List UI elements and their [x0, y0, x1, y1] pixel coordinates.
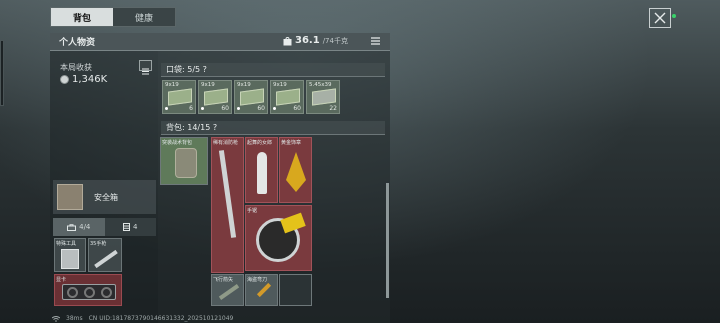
uid-text: CN UID:1817873790146631332_202510121049	[88, 315, 234, 322]
item-label: 特殊工具	[56, 241, 77, 247]
item-label: 稀有消防枪	[213, 140, 239, 146]
backpack-label: 背包: 14/15 ?	[166, 123, 218, 132]
rarity-dot	[165, 107, 168, 110]
item-label: 显卡	[56, 277, 67, 283]
backpack-item-dancer[interactable]: 起舞的女郎	[245, 137, 278, 203]
ammo-count: 60	[293, 105, 301, 112]
ammo-slot[interactable]: 9x19 6	[162, 80, 196, 114]
item-label: 起舞的女郎	[247, 140, 273, 146]
weight-value: 36.1	[295, 35, 320, 46]
emblem-image	[286, 152, 306, 192]
list-icon	[142, 68, 149, 75]
item-label: 突袭战术背包	[162, 140, 193, 146]
status-bar: 38ms CN UID:1817873790146631332_20251012…	[52, 315, 233, 322]
safe-box-slot[interactable]: 安全箱	[53, 180, 156, 214]
pistol-image	[94, 249, 118, 269]
panel-title: 个人物资	[59, 38, 96, 48]
item-label: 35手枪	[90, 241, 107, 247]
item-label: 黄金饰章	[281, 140, 302, 146]
ammo-box-image	[312, 88, 336, 106]
backpack-item-bag[interactable]: 突袭战术背包	[160, 137, 208, 185]
wifi-icon	[52, 315, 60, 322]
backpack-item-hand-saw[interactable]: 手锯	[245, 205, 312, 271]
weight-readout: 36.1 /74千克	[283, 35, 348, 46]
backpack-image	[175, 148, 197, 178]
ammo-count: 60	[221, 105, 229, 112]
item-label: 海盗弯刀	[247, 277, 268, 283]
pockets-label: 口袋: 5/5 ?	[166, 65, 207, 74]
cabinet-icon	[123, 223, 131, 231]
close-icon	[654, 12, 666, 24]
backpack-empty-slot[interactable]	[279, 274, 312, 306]
gpu-image	[62, 284, 116, 300]
backpack-header: 背包: 14/15 ?	[161, 121, 385, 135]
backpack-item-scimitar[interactable]: 海盗弯刀	[245, 274, 278, 306]
safe-box-label: 安全箱	[94, 192, 118, 202]
personal-supplies-header: 个人物资 36.1 /74千克	[50, 33, 390, 51]
ammo-count: 22	[329, 105, 337, 112]
ammo-slot[interactable]: 5.45x39 22	[306, 80, 340, 114]
item-label: 飞行箭矢	[213, 277, 234, 283]
inventory-scrollbar[interactable]	[386, 183, 389, 298]
rarity-dot	[201, 107, 204, 110]
close-button[interactable]	[649, 8, 671, 28]
sort-list-icon[interactable]	[371, 37, 380, 45]
rarity-dot	[237, 107, 240, 110]
weight-icon	[283, 36, 292, 45]
saw-body	[280, 212, 306, 234]
ping-value: 38ms	[66, 315, 83, 322]
safe-box-icon	[57, 184, 83, 210]
subtab-cabinet-count: 4	[133, 223, 138, 231]
top-tabs: 背包 健康	[50, 7, 176, 27]
coin-icon	[60, 75, 69, 84]
ammo-box-image	[240, 88, 264, 106]
arrow-image	[218, 284, 240, 300]
ammo-slot[interactable]: 9x19 60	[234, 80, 268, 114]
storage-item-tool[interactable]: 特殊工具	[54, 238, 86, 272]
storage-item-gpu[interactable]: 显卡	[54, 274, 122, 306]
tab-health[interactable]: 健康	[113, 8, 175, 26]
ammo-count: 6	[189, 105, 193, 112]
ammo-slot[interactable]: 9x19 60	[198, 80, 232, 114]
item-label: 手锯	[247, 208, 258, 214]
scimitar-image	[256, 282, 272, 298]
subtab-toolbox[interactable]: 4/4	[53, 218, 105, 236]
subtab-cabinet[interactable]: 4	[104, 218, 156, 236]
weight-max: /74千克	[322, 36, 348, 45]
storage-subtabs: 4/4 4	[53, 218, 156, 236]
tab-backpack[interactable]: 背包	[51, 8, 113, 26]
ammo-box-image	[168, 88, 192, 106]
backpack-item-arrow[interactable]: 飞行箭矢	[211, 274, 244, 306]
storage-item-pistol[interactable]: 35手枪	[88, 238, 122, 272]
ammo-caliber: 9x19	[273, 82, 287, 88]
axe-image	[218, 150, 237, 238]
online-status-dot	[672, 14, 676, 18]
earnings-value: 1,346K	[72, 74, 108, 85]
subtab-toolbox-count: 4/4	[79, 223, 91, 231]
tool-image	[61, 249, 79, 269]
rarity-dot	[273, 107, 276, 110]
earnings-detail-button[interactable]	[139, 60, 152, 75]
ammo-box-image	[204, 88, 228, 106]
backpack-item-gold-emblem[interactable]: 黄金饰章	[279, 137, 312, 203]
ammo-box-image	[276, 88, 300, 106]
statue-image	[257, 152, 267, 194]
side-drawer-tab[interactable]	[0, 40, 4, 106]
ammo-caliber: 5.45x39	[309, 82, 332, 88]
ammo-caliber: 9x19	[165, 82, 179, 88]
ammo-slot[interactable]: 9x19 60	[270, 80, 304, 114]
ammo-caliber: 9x19	[237, 82, 251, 88]
pockets-header: 口袋: 5/5 ?	[161, 63, 385, 77]
ammo-caliber: 9x19	[201, 82, 215, 88]
backpack-item-fire-axe[interactable]: 稀有消防枪	[211, 137, 244, 273]
earnings-value-row: 1,346K	[60, 74, 107, 85]
earnings-label: 本局收获	[60, 63, 92, 72]
ammo-count: 60	[257, 105, 265, 112]
toolbox-icon	[67, 223, 77, 231]
